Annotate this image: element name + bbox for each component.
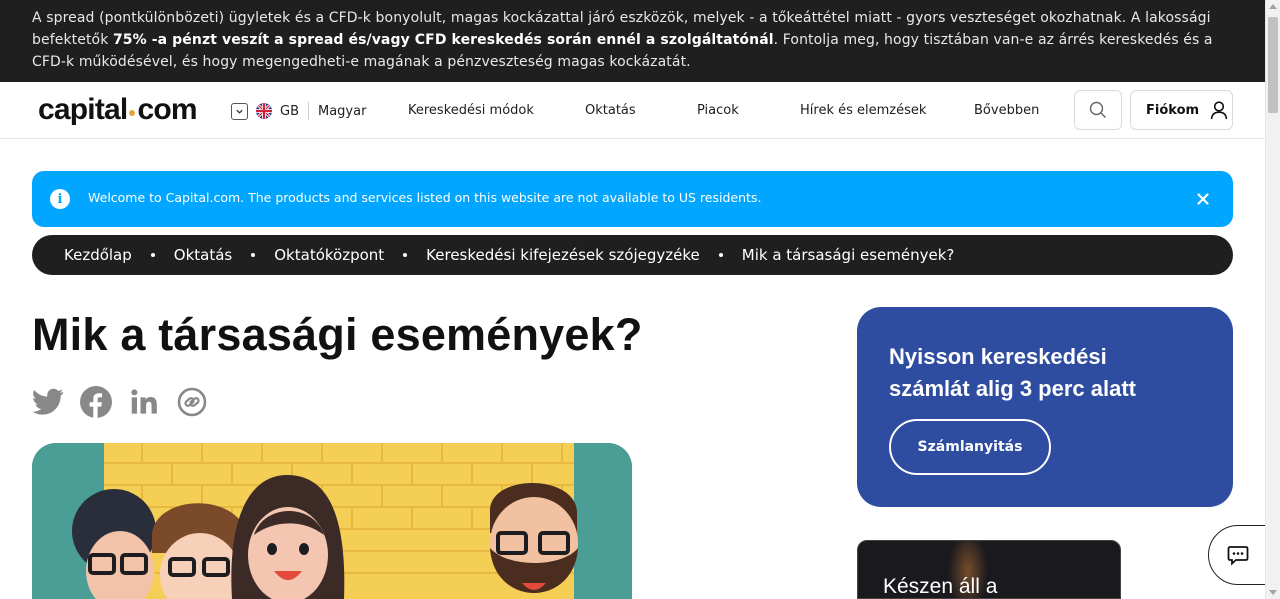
linkedin-icon[interactable] xyxy=(128,386,160,418)
breadcrumb-current: Mik a társasági események? xyxy=(741,246,955,264)
info-icon: i xyxy=(50,189,70,209)
nav-news-analysis[interactable]: Hírek és elemzések xyxy=(800,102,926,120)
language-selector[interactable]: GB Magyar xyxy=(231,101,366,121)
nav-markets[interactable]: Piacok xyxy=(697,102,739,120)
nav-more[interactable]: Bővebben xyxy=(974,102,1039,120)
logo-text-right: com xyxy=(137,93,197,126)
language-label: Magyar xyxy=(318,103,367,119)
divider xyxy=(308,102,309,120)
scrollbar-thumb[interactable] xyxy=(1268,17,1278,113)
chat-button[interactable] xyxy=(1208,525,1268,585)
account-button[interactable]: Fiókom xyxy=(1130,90,1233,130)
site-header: capital com GB Magyar Kereskedési módok O… xyxy=(0,82,1265,139)
open-account-cta-card: Nyisson kereskedési számlát alig 3 perc … xyxy=(857,307,1233,507)
breadcrumb-education[interactable]: Oktatás xyxy=(174,246,232,264)
open-account-button[interactable]: Számlanyitás xyxy=(889,419,1051,475)
uk-flag-icon xyxy=(256,103,272,119)
breadcrumb-home[interactable]: Kezdőlap xyxy=(64,246,132,264)
chat-icon xyxy=(1227,546,1249,566)
breadcrumb-separator xyxy=(150,253,155,257)
breadcrumb-separator xyxy=(403,253,408,257)
nav-trading-modes[interactable]: Kereskedési módok xyxy=(408,102,534,120)
nav-education[interactable]: Oktatás xyxy=(585,102,636,120)
breadcrumb-separator xyxy=(251,253,256,257)
promo-card[interactable]: Készen áll a xyxy=(857,540,1121,599)
region-code: GB xyxy=(280,103,299,119)
promo-text: Készen áll a xyxy=(883,575,998,598)
article-hero-illustration xyxy=(32,443,632,599)
social-share-bar xyxy=(32,386,224,418)
scroll-down-arrow-icon[interactable] xyxy=(1269,590,1277,595)
page-title: Mik a társasági események? xyxy=(32,309,643,360)
us-residents-notice: i Welcome to Capital.com. The products a… xyxy=(32,171,1233,227)
user-icon xyxy=(1210,101,1228,120)
logo-dot xyxy=(129,110,136,116)
risk-warning-bold: 75% -a pénzt veszít a spread és/vagy CFD… xyxy=(112,32,774,48)
logo-text-left: capital xyxy=(38,93,128,126)
close-icon[interactable] xyxy=(1193,189,1213,209)
breadcrumb-glossary[interactable]: Kereskedési kifejezések szójegyzéke xyxy=(426,246,700,264)
copy-link-icon[interactable] xyxy=(176,386,208,418)
scroll-up-arrow-icon[interactable] xyxy=(1269,4,1277,9)
chevron-down-icon xyxy=(231,102,248,120)
page-scrollbar[interactable] xyxy=(1265,0,1280,599)
risk-warning-banner: A spread (pontkülönbözeti) ügyletek és a… xyxy=(0,0,1265,82)
search-icon xyxy=(1089,101,1106,118)
breadcrumb-learning-hub[interactable]: Oktatóközpont xyxy=(274,246,384,264)
breadcrumb: Kezdőlap Oktatás Oktatóközpont Kereskedé… xyxy=(32,235,1233,275)
notice-text: Welcome to Capital.com. The products and… xyxy=(88,190,762,205)
search-button[interactable] xyxy=(1074,90,1122,130)
capital-com-logo[interactable]: capital com xyxy=(38,91,198,129)
cta-title: Nyisson kereskedési számlát alig 3 perc … xyxy=(889,344,1136,401)
account-label: Fiókom xyxy=(1146,102,1200,118)
breadcrumb-separator xyxy=(718,253,723,257)
facebook-icon[interactable] xyxy=(80,386,112,418)
twitter-icon[interactable] xyxy=(32,386,64,418)
